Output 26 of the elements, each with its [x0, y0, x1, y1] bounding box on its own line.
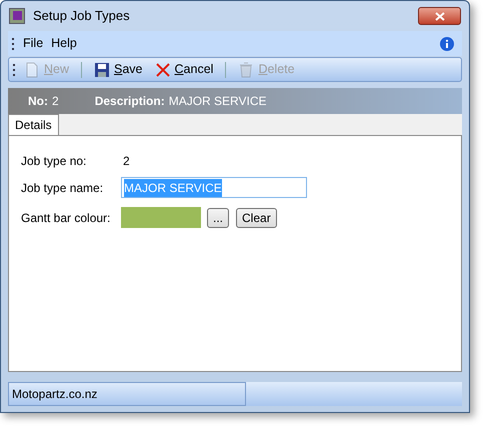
field-label: Job type name:: [21, 180, 104, 196]
header-value: 2: [52, 93, 59, 110]
field-label: Job type no:: [21, 153, 88, 170]
tab[interactable]: Details: [8, 114, 59, 135]
info-icon[interactable]: [440, 36, 454, 50]
header-label: Description:: [94, 93, 165, 110]
browse-button[interactable]: ...: [207, 208, 230, 228]
trash-icon: [238, 62, 254, 78]
toolbar-button[interactable]: Save: [90, 60, 147, 80]
header-label: No:: [28, 93, 48, 110]
window-title: Setup Job Types: [33, 7, 130, 26]
grip-icon: [13, 64, 16, 76]
document-icon: [24, 62, 40, 78]
close-icon: [434, 12, 444, 20]
close-button[interactable]: [418, 7, 461, 25]
field-value: 2: [123, 153, 130, 170]
field-label: Gantt bar colour:: [21, 210, 112, 226]
app-icon: [9, 8, 25, 24]
menu-item[interactable]: Help: [51, 34, 77, 53]
menu-item[interactable]: File: [23, 34, 44, 53]
status-text: Motopartz.co.nz: [8, 382, 246, 406]
toolbar-button[interactable]: Cancel: [150, 60, 218, 80]
header-value: MAJOR SERVICE: [168, 93, 267, 110]
clear-button[interactable]: Clear: [236, 208, 277, 228]
cross-icon: [154, 62, 171, 78]
grip-icon: [12, 38, 15, 50]
